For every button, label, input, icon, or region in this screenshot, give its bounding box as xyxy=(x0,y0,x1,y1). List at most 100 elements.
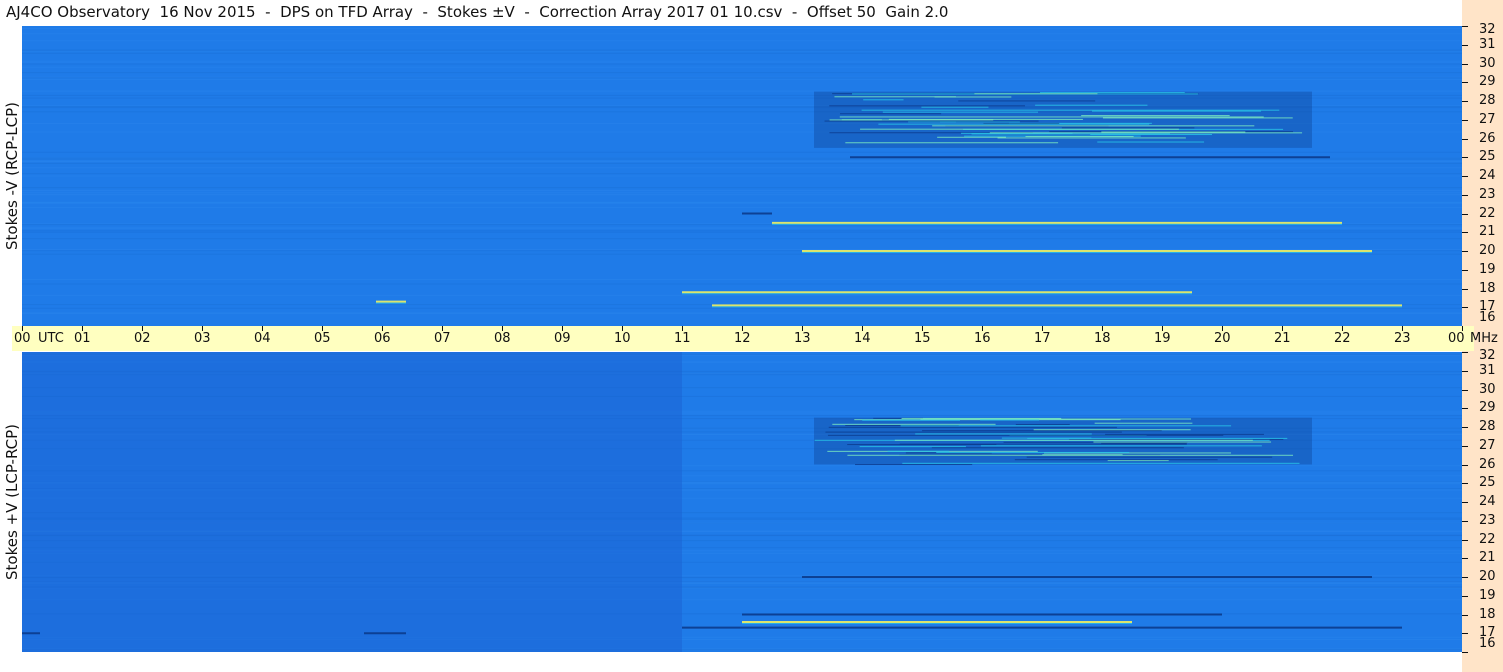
chart-title: AJ4CO Observatory 16 Nov 2015 - DPS on T… xyxy=(6,3,949,21)
frequency-tick-label: 19 xyxy=(1479,261,1496,277)
frequency-tick-label: 25 xyxy=(1479,475,1496,491)
activity-streak xyxy=(825,431,1122,433)
dark-line xyxy=(850,156,1330,159)
frequency-tick-mark xyxy=(1462,464,1468,466)
frequency-tick-mark xyxy=(1462,232,1468,234)
bright-band xyxy=(376,300,406,303)
background-striation xyxy=(22,159,1462,161)
bright-band xyxy=(802,250,1372,252)
frequency-tick-mark xyxy=(1462,44,1468,46)
frequency-tick-label: 23 xyxy=(1479,512,1496,528)
bright-band xyxy=(712,304,1402,307)
bright-band xyxy=(682,291,1192,294)
frequency-tick-mark xyxy=(1462,652,1468,653)
bright-band-halo xyxy=(742,623,1132,624)
frequency-tick-mark xyxy=(1462,633,1468,635)
background-striation xyxy=(22,60,1462,62)
activity-streak xyxy=(1101,442,1187,444)
activity-streak xyxy=(859,446,966,448)
time-tick-label: 00 xyxy=(1448,331,1465,346)
frequency-tick-label: 18 xyxy=(1479,606,1496,622)
background-striation xyxy=(22,312,1462,314)
frequency-tick-mark xyxy=(1462,26,1468,27)
bottom-frequency-axis: 32 31 30 29 28 27 26 25 24 23 22 21 20 19 18 17 16 xyxy=(1462,348,1503,653)
frequency-tick-mark xyxy=(1462,82,1468,84)
background-striation xyxy=(22,90,1462,92)
activity-streak xyxy=(921,106,989,108)
frequency-tick-label: 29 xyxy=(1479,74,1496,90)
time-tick-label: 00 xyxy=(14,331,31,346)
frequency-tick-label: 20 xyxy=(1479,569,1496,584)
activity-streak xyxy=(861,109,1280,111)
background-striation xyxy=(22,194,1462,196)
frequency-tick-mark xyxy=(1462,138,1468,140)
activity-streak xyxy=(828,426,1117,428)
frequency-tick-mark xyxy=(1462,194,1468,196)
time-tick-label: 16 xyxy=(974,331,991,346)
activity-streak xyxy=(1025,136,1134,138)
frequency-tick-mark xyxy=(1462,269,1468,271)
background-striation xyxy=(22,161,1462,163)
dark-line xyxy=(682,626,1402,629)
background-striation xyxy=(22,278,1462,280)
activity-streak xyxy=(980,445,1262,447)
frequency-tick-mark xyxy=(1462,63,1468,65)
activity-streak xyxy=(932,125,1255,127)
bottom-spectrogram xyxy=(22,352,1462,652)
background-striation xyxy=(22,192,1462,194)
activity-streak xyxy=(1102,117,1293,119)
background-striation xyxy=(22,162,1462,164)
activity-streak xyxy=(1027,437,1288,439)
bottom-spectrogram-svg xyxy=(22,352,1462,652)
activity-streak xyxy=(1097,141,1205,143)
background-shade xyxy=(22,352,682,652)
frequency-tick-label: 16 xyxy=(1479,636,1496,651)
time-axis: 00 01 02 03 04 05 06 07 08 09 10 11 12 13 14 15 16 17 18 19… xyxy=(12,326,1498,351)
time-tick-label: 04 xyxy=(254,331,271,346)
frequency-tick-label: 21 xyxy=(1479,550,1496,566)
frequency-tick-label: 26 xyxy=(1479,130,1496,146)
frequency-tick-label: 20 xyxy=(1479,243,1496,258)
bright-band-halo xyxy=(682,293,1192,295)
bright-band xyxy=(742,621,1132,623)
activity-streak xyxy=(980,419,1040,421)
frequency-tick-mark xyxy=(1462,251,1468,252)
activity-streak xyxy=(902,462,1300,464)
background-striation xyxy=(22,63,1462,65)
frequency-tick-label: 19 xyxy=(1479,587,1496,603)
frequency-tick-label: 24 xyxy=(1479,494,1496,509)
time-tick-label: 06 xyxy=(374,331,391,346)
activity-streak xyxy=(1093,441,1272,443)
background-striation xyxy=(22,307,1462,309)
frequency-tick-mark xyxy=(1462,577,1468,578)
activity-streak xyxy=(1094,422,1193,424)
frequency-tick-label: 21 xyxy=(1479,224,1496,240)
background-striation xyxy=(22,62,1462,64)
dark-line xyxy=(742,212,772,215)
top-y-axis-label: Stokes -V (RCP-LCP) xyxy=(3,102,21,250)
time-tick-label: 19 xyxy=(1154,331,1171,346)
frequency-tick-mark xyxy=(1462,119,1468,121)
bright-band-halo xyxy=(802,252,1372,253)
activity-streak xyxy=(840,113,942,115)
bright-band xyxy=(772,221,1342,224)
frequency-tick-label: 30 xyxy=(1479,381,1496,397)
time-tick-label: 08 xyxy=(494,331,511,346)
activity-streak xyxy=(936,451,1130,453)
bright-band-halo xyxy=(772,223,1342,225)
activity-streak xyxy=(922,430,1162,432)
activity-streak xyxy=(829,105,1025,107)
time-tick-label: 07 xyxy=(434,331,451,346)
frequency-tick-mark xyxy=(1462,176,1468,177)
activity-streak xyxy=(1107,460,1169,462)
frequency-tick-mark xyxy=(1462,502,1468,503)
activity-streak xyxy=(845,142,1059,144)
frequency-tick-label: 24 xyxy=(1479,168,1496,183)
activity-streak xyxy=(1090,134,1213,136)
background-striation xyxy=(22,52,1462,54)
activity-streak xyxy=(1014,459,1218,461)
background-striation xyxy=(22,227,1462,229)
background-striation xyxy=(22,151,1462,153)
background-striation xyxy=(22,28,1462,30)
background-striation xyxy=(22,66,1462,68)
